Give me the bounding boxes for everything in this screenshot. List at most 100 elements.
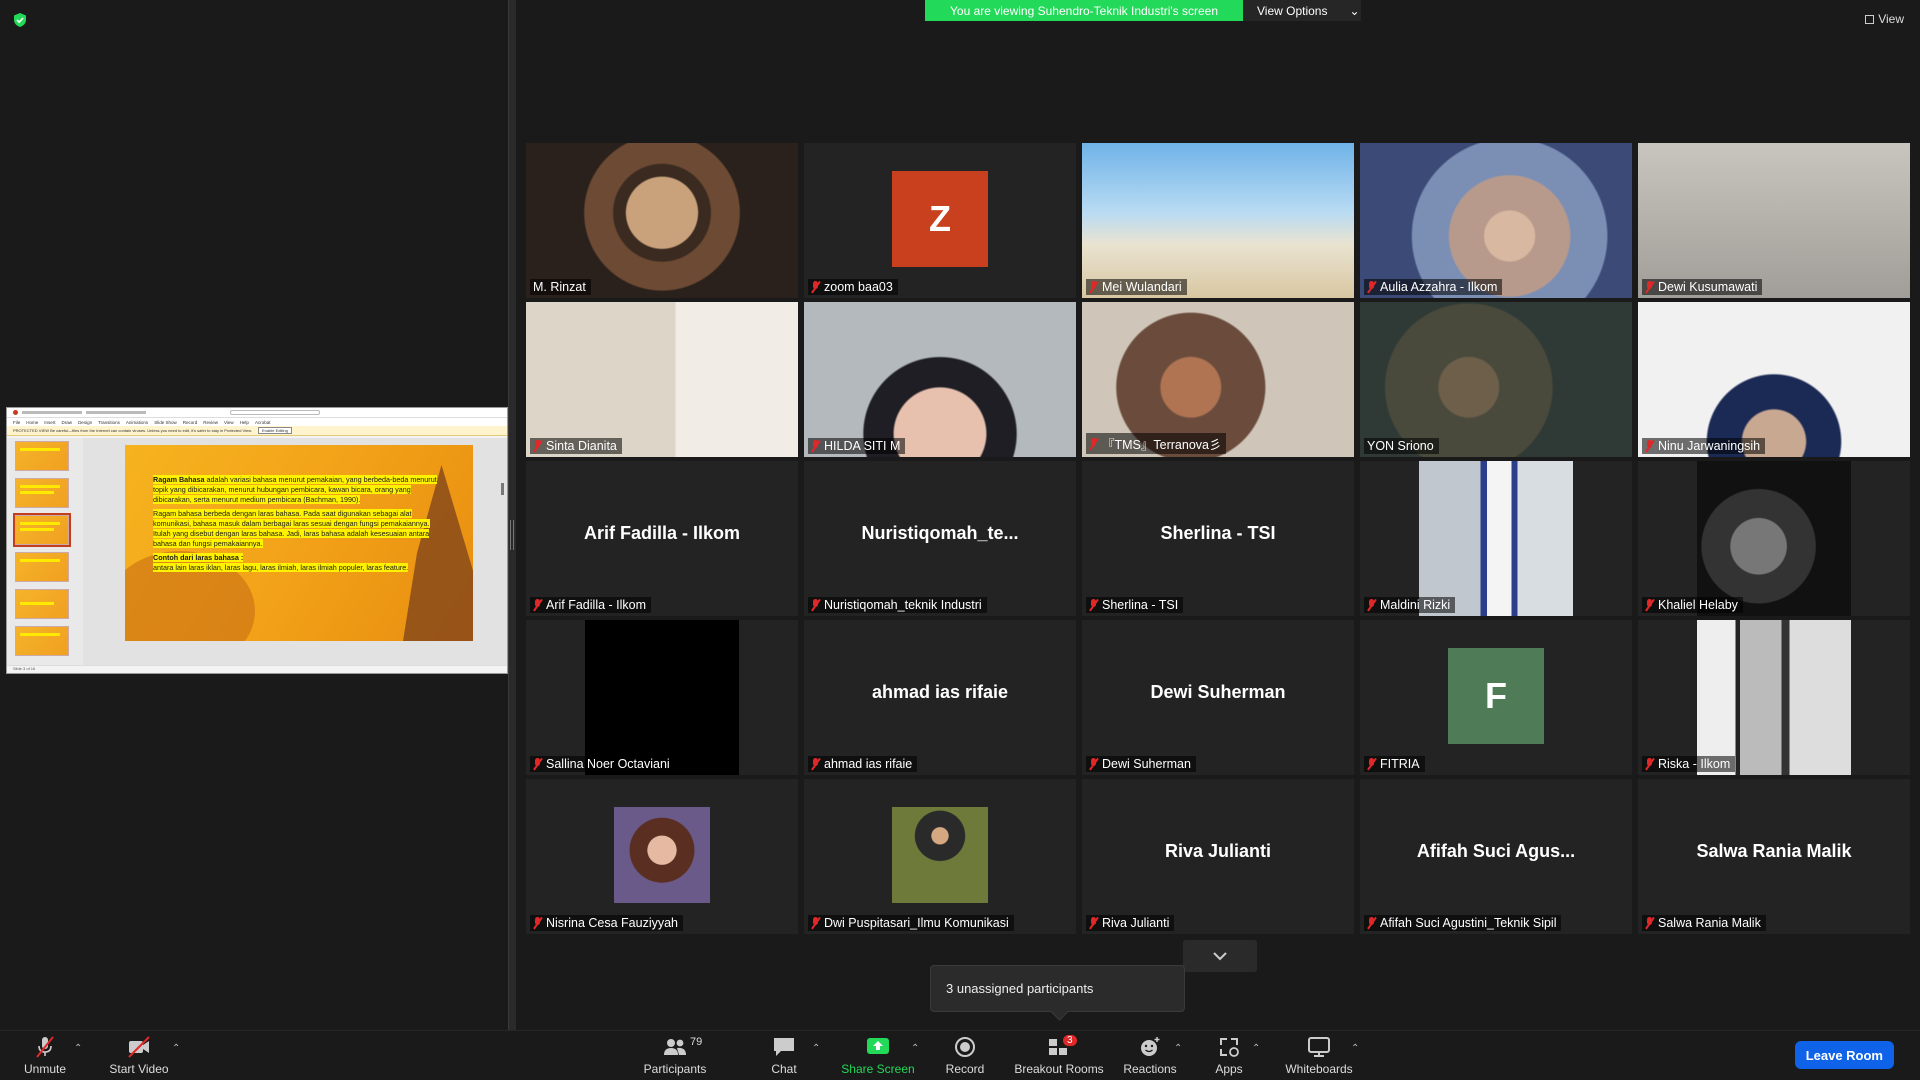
whiteboards-caret-icon[interactable]: ⌃ (1351, 1043, 1359, 1054)
encryption-shield-icon[interactable] (12, 12, 28, 28)
participant-tile[interactable]: Sallina Noer Octaviani (526, 620, 798, 775)
record-button[interactable]: Record (940, 1031, 990, 1080)
participant-tile[interactable]: Aulia Azzahra - Ilkom (1360, 143, 1632, 298)
microphone-muted-icon (533, 599, 542, 611)
participant-tile[interactable]: Zzoom baa03 (804, 143, 1076, 298)
chevron-down-icon (1213, 952, 1227, 961)
video-options-caret-icon[interactable]: ⌃ (172, 1043, 180, 1054)
participant-name-label: Ninu Jarwaningsih (1642, 438, 1766, 454)
chat-options-caret-icon[interactable]: ⌃ (812, 1043, 820, 1054)
participant-tile[interactable]: Dwi Puspitasari_Ilmu Komunikasi (804, 779, 1076, 934)
participant-tile[interactable]: ahmad ias rifaie ahmad ias rifaie (804, 620, 1076, 775)
participant-tile[interactable]: Riska - Ilkom (1638, 620, 1910, 775)
share-options-caret-icon[interactable]: ⌃ (911, 1043, 919, 1054)
panel-splitter[interactable] (508, 0, 516, 1030)
participant-name: Salwa Rania Malik (1658, 916, 1761, 930)
reactions-caret-icon[interactable]: ⌃ (1174, 1043, 1182, 1054)
participant-name: Riva Julianti (1102, 916, 1170, 930)
chevron-down-icon: ⌄ (1349, 3, 1360, 18)
participant-display-name: Salwa Rania Malik (1696, 841, 1852, 861)
reactions-label: Reactions (1123, 1062, 1177, 1076)
participant-tile[interactable]: Ninu Jarwaningsih (1638, 302, 1910, 457)
microphone-muted-icon (533, 917, 542, 929)
participant-name: Khaliel Helaby (1658, 598, 1738, 612)
gallery-next-page-button[interactable] (1183, 940, 1257, 972)
microphone-muted-icon (36, 1036, 54, 1058)
microphone-muted-icon (811, 599, 820, 611)
ppt-menu-item: View (223, 419, 234, 425)
slide-thumbnail-pane (7, 438, 83, 665)
participant-tile[interactable]: Sinta Dianita (526, 302, 798, 457)
participant-tile[interactable]: Afifah Suci Agus... Afifah Suci Agustini_… (1360, 779, 1632, 934)
microphone-muted-icon (811, 758, 820, 770)
breakout-rooms-button[interactable]: Breakout Rooms (1012, 1031, 1106, 1080)
participant-name: FITRIA (1380, 757, 1420, 771)
participant-video (804, 302, 1076, 457)
view-options-label: View Options (1257, 3, 1328, 18)
start-video-button[interactable]: Start Video (104, 1031, 174, 1080)
slide-thumbnail (15, 441, 69, 471)
view-layout-button[interactable]: View (1865, 12, 1904, 26)
shared-powerpoint-window[interactable]: File Home Insert Draw Design Transitions Anima… (6, 407, 508, 674)
participant-name: Arif Fadilla - Ilkom (546, 598, 647, 612)
ppt-menu-item: Animations (125, 419, 149, 425)
audio-options-caret-icon[interactable]: ⌃ (74, 1043, 82, 1054)
participant-tile[interactable]: Sherlina - TSI Sherlina - TSI (1082, 461, 1354, 616)
ppt-menu-item: File (13, 419, 21, 425)
participant-name: M. Rinzat (533, 280, 586, 294)
participant-tile[interactable]: Khaliel Helaby (1638, 461, 1910, 616)
participant-tile[interactable]: Nuristiqomah_te... Nuristiqomah_teknik In… (804, 461, 1076, 616)
participant-tile[interactable]: Dewi Suherman Dewi Suherman (1082, 620, 1354, 775)
participant-tile[interactable]: Nisrina Cesa Fauziyyah (526, 779, 798, 934)
participant-tile[interactable]: HILDA SITI M (804, 302, 1076, 457)
microphone-muted-icon (1367, 281, 1376, 293)
unassigned-participants-tooltip[interactable]: 3 unassigned participants (930, 965, 1185, 1012)
participant-name-label: Riva Julianti (1086, 915, 1175, 931)
shared-screen-panel: File Home Insert Draw Design Transitions Anima… (0, 0, 508, 1030)
participant-tile[interactable]: F FITRIA (1360, 620, 1632, 775)
start-video-label: Start Video (109, 1062, 169, 1076)
participant-tile[interactable]: YON Sriono (1360, 302, 1632, 457)
participant-name-label: Sallina Noer Octaviani (530, 756, 675, 772)
microphone-muted-icon (1367, 599, 1376, 611)
share-screen-button[interactable]: Share Screen (838, 1031, 918, 1080)
participant-name: Mei Wulandari (1102, 280, 1182, 294)
whiteboard-icon (1308, 1037, 1330, 1057)
participant-profile-photo (614, 807, 710, 903)
chat-button[interactable]: Chat (763, 1031, 805, 1080)
ppt-titlebar (7, 408, 507, 418)
participant-tile[interactable]: Mei Wulandari (1082, 143, 1354, 298)
participant-tile[interactable]: Dewi Kusumawati (1638, 143, 1910, 298)
apps-button[interactable]: Apps (1208, 1031, 1250, 1080)
participant-name-label: Salwa Rania Malik (1642, 915, 1766, 931)
participant-name-label: ahmad ias rifaie (808, 756, 918, 772)
participant-display-name: Nuristiqomah_te... (861, 523, 1019, 543)
participant-video (526, 302, 798, 457)
participant-name: Aulia Azzahra - Ilkom (1380, 280, 1498, 294)
microphone-muted-icon (1367, 758, 1376, 770)
splitter-grip-icon[interactable] (510, 520, 514, 550)
participant-tile[interactable]: Maldini Rizki (1360, 461, 1632, 616)
apps-caret-icon[interactable]: ⌃ (1252, 1043, 1260, 1054)
participant-profile-photo (1697, 620, 1851, 775)
participant-tile[interactable]: Riva Julianti Riva Julianti (1082, 779, 1354, 934)
leave-room-button[interactable]: Leave Room (1794, 1041, 1894, 1069)
participant-avatar: F (1448, 648, 1544, 744)
reactions-button[interactable]: Reactions (1122, 1031, 1178, 1080)
participant-tile[interactable]: Arif Fadilla - Ilkom Arif Fadilla - Ilkom (526, 461, 798, 616)
view-options-button[interactable]: View Options ⌄ (1243, 0, 1361, 21)
current-slide: Ragam Bahasa adalah variasi bahasa menur… (125, 445, 473, 641)
participant-tile[interactable]: M. Rinzat (526, 143, 798, 298)
microphone-muted-icon (1089, 281, 1098, 293)
participant-name-label: zoom baa03 (808, 279, 898, 295)
participant-tile[interactable]: 『TMS』Terranova彡 (1082, 302, 1354, 457)
unmute-button[interactable]: Unmute (20, 1031, 70, 1080)
grid-view-icon (1865, 14, 1875, 24)
share-screen-label: Share Screen (841, 1062, 915, 1076)
participant-profile-photo (1419, 461, 1573, 616)
participant-tile[interactable]: Salwa Rania Malik Salwa Rania Malik (1638, 779, 1910, 934)
whiteboards-button[interactable]: Whiteboards (1280, 1031, 1358, 1080)
participant-name-label: Nuristiqomah_teknik Industri (808, 597, 987, 613)
participant-name: Riska - Ilkom (1658, 757, 1731, 771)
breakout-rooms-badge: 3 (1063, 1035, 1077, 1046)
